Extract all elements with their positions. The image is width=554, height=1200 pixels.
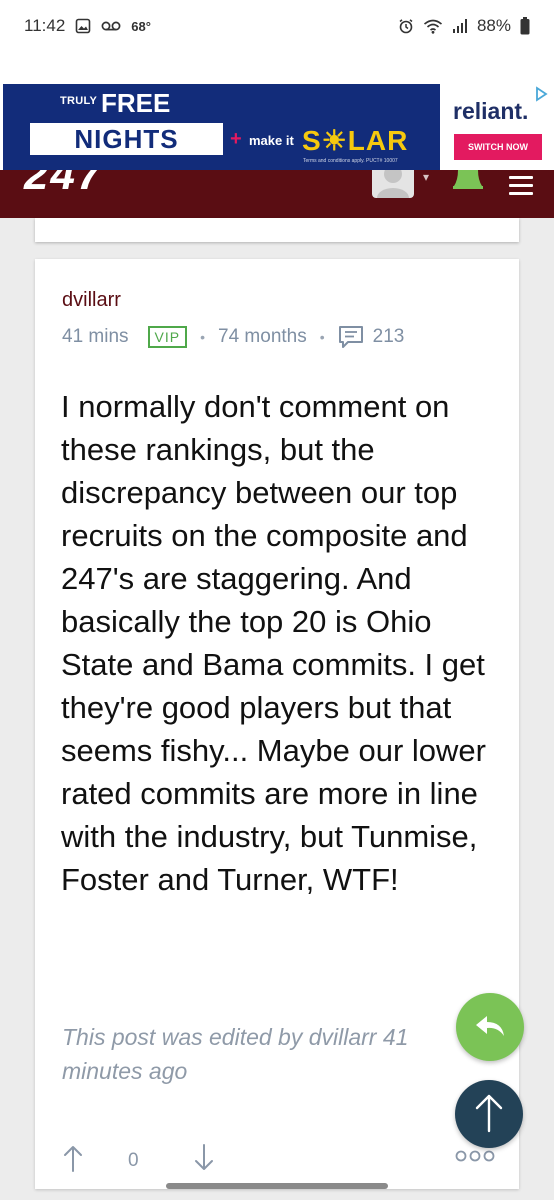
previous-post-card <box>35 218 519 242</box>
meta-separator: • <box>319 329 325 345</box>
ad-free-text: FREE <box>101 88 171 118</box>
post-card: dvillarr 41 mins VIP • 74 months • 213 I… <box>35 259 519 1189</box>
ad-banner[interactable]: TRULY FREE NIGHTS + make it S☀LAR Terms … <box>3 84 551 170</box>
reply-button[interactable] <box>456 993 524 1061</box>
site-header: 247 ▾ <box>0 170 554 218</box>
chevron-down-icon[interactable]: ▾ <box>423 170 429 184</box>
post-username[interactable]: dvillarr <box>62 289 121 312</box>
ad-banner-container: TRULY FREE NIGHTS + make it S☀LAR Terms … <box>0 58 554 176</box>
hamburger-menu-icon[interactable] <box>509 176 533 200</box>
signal-icon <box>452 18 468 34</box>
site-logo[interactable]: 247 <box>24 170 103 200</box>
ad-solar-text: S☀LAR <box>302 125 409 156</box>
ad-make-it-text: make it <box>249 133 294 148</box>
gallery-icon <box>75 18 91 34</box>
adchoices-icon[interactable] <box>533 86 549 102</box>
reply-arrow-icon <box>474 1013 506 1042</box>
ad-plus-text: + <box>230 128 242 150</box>
ad-truly-text: TRULY <box>60 95 98 107</box>
user-avatar[interactable] <box>372 170 414 198</box>
edit-note: This post was edited by dvillarr 41 minu… <box>62 1024 409 1084</box>
home-indicator[interactable] <box>166 1183 388 1189</box>
ad-nights-text: NIGHTS <box>30 123 223 155</box>
status-bar: 11:42 68° 88% <box>0 0 554 58</box>
upvote-icon[interactable] <box>62 1144 84 1177</box>
battery-percent: 88% <box>476 16 511 35</box>
post-time: 41 mins <box>62 326 129 347</box>
voicemail-icon <box>101 20 121 32</box>
arrow-up-icon <box>475 1093 503 1136</box>
meta-separator: • <box>200 329 206 345</box>
notification-bell-icon[interactable] <box>450 170 486 192</box>
more-options-icon[interactable] <box>455 1148 495 1169</box>
status-temperature: 68° <box>131 18 151 34</box>
wifi-icon <box>423 18 443 34</box>
ad-terms-text: Terms and conditions apply. PUCT# 10007 <box>303 158 398 164</box>
battery-icon <box>520 17 530 35</box>
post-count: 213 <box>372 326 405 347</box>
alarm-icon <box>398 18 414 34</box>
post-body: I normally don't comment on these rankin… <box>61 389 486 897</box>
scroll-to-top-button[interactable] <box>455 1080 523 1148</box>
downvote-icon[interactable] <box>193 1144 215 1177</box>
comment-icon <box>338 325 364 349</box>
post-meta: 41 mins VIP • 74 months • 213 <box>62 325 404 349</box>
status-time: 11:42 <box>24 16 66 35</box>
switch-now-button[interactable]: SWITCH NOW <box>454 134 542 160</box>
vip-badge: VIP <box>147 326 188 348</box>
member-tenure: 74 months <box>218 326 307 347</box>
vote-count: 0 <box>128 1150 139 1171</box>
post-actions: 0 <box>62 1144 495 1177</box>
ad-brand-logo: reliant. <box>453 98 529 124</box>
